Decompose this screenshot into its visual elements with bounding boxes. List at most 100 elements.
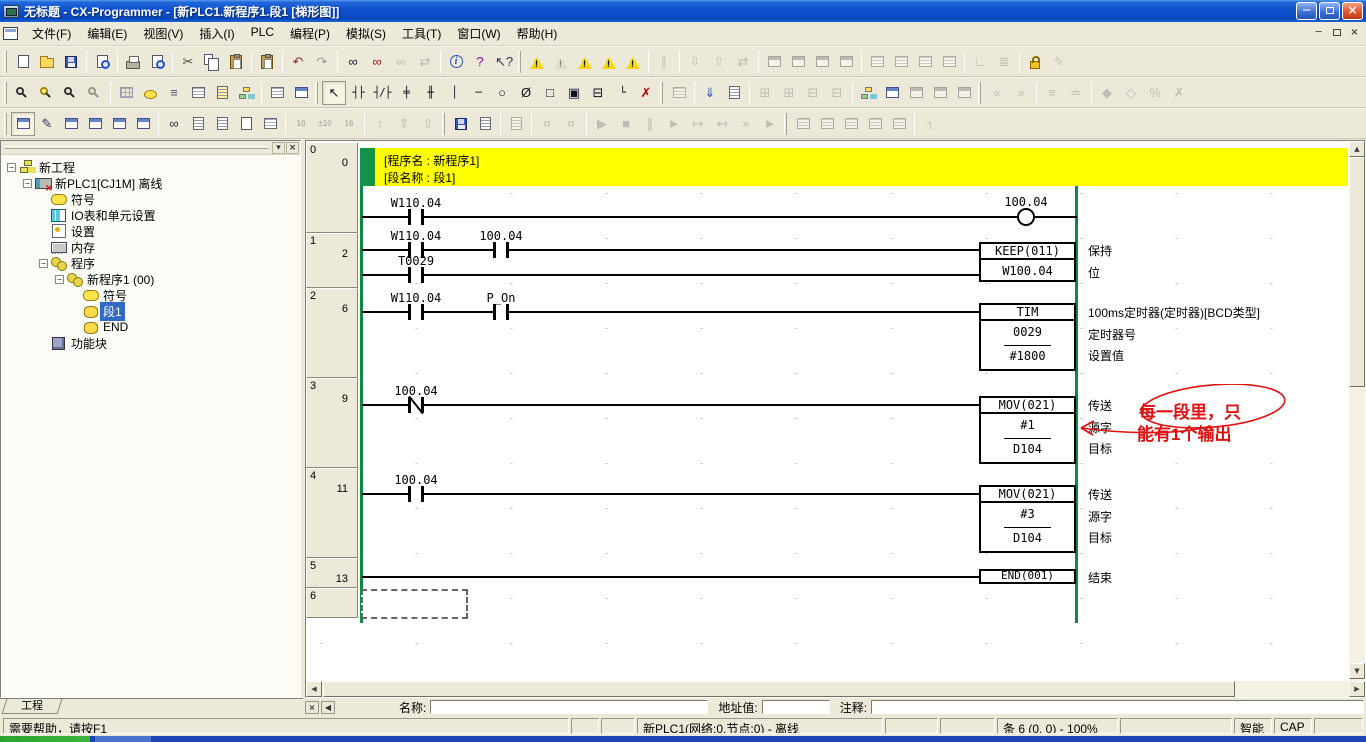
program-check-button[interactable] (573, 50, 597, 74)
new-line-connect-button[interactable]: └ (610, 81, 634, 105)
new-closed-coil-button[interactable]: Ø (514, 81, 538, 105)
toolbar-grip[interactable] (660, 82, 663, 104)
show-rung-comments-button[interactable] (138, 81, 162, 105)
show-io-comments-button[interactable] (186, 81, 210, 105)
show-symbol-bar-button[interactable] (265, 81, 289, 105)
instruction-mov-021-[interactable]: MOV(021)#1D104 (979, 396, 1076, 464)
address-reference-tool-button[interactable] (880, 81, 904, 105)
address-field[interactable] (762, 700, 830, 714)
address-reference-button[interactable]: ∞ (162, 112, 186, 136)
rung-0-margin[interactable]: 00 (306, 142, 358, 233)
new-differential-instruction-button[interactable]: ⊟ (586, 81, 610, 105)
vertical-scroll-thumb[interactable] (1349, 157, 1365, 387)
instruction-operand[interactable]: #1800 (981, 349, 1074, 363)
zoom-in-button[interactable] (11, 81, 35, 105)
ladder-window-icon[interactable] (3, 27, 18, 40)
local-symbol-table-button[interactable] (856, 81, 880, 105)
instruction-operand[interactable]: #1 (981, 418, 1074, 432)
workspace-grip[interactable] (5, 146, 268, 149)
new-closed-or-contact-button[interactable]: ╫ (418, 81, 442, 105)
toolbar-grip[interactable] (442, 113, 445, 135)
menu-5[interactable]: PLC (243, 21, 282, 46)
open-button[interactable] (35, 50, 59, 74)
horizontal-scroll-thumb[interactable] (323, 681, 1235, 697)
show-memory-view-button[interactable] (258, 112, 282, 136)
contact-P_On[interactable]: P_On (456, 291, 546, 305)
close-button[interactable]: × (1342, 2, 1363, 20)
menu-2[interactable]: 编辑(E) (79, 21, 135, 46)
tree-item-program-symbols[interactable]: 符号 (3, 287, 300, 303)
workspace-menu-button[interactable]: ▾ (272, 142, 285, 154)
show-cross-reference-button[interactable] (289, 81, 313, 105)
menu-7[interactable]: 模拟(S) (338, 21, 394, 46)
instruction-operand[interactable]: D104 (981, 531, 1074, 545)
page-setup-button[interactable] (90, 50, 114, 74)
menu-4[interactable]: 插入(I) (191, 21, 242, 46)
windows-taskbar[interactable] (0, 736, 1366, 742)
toolbar-grip[interactable] (518, 51, 521, 73)
show-annotation-list-button[interactable]: ≡ (162, 81, 186, 105)
contact-W110-04[interactable]: W110.04 (371, 229, 461, 243)
print-preview-button[interactable] (145, 50, 169, 74)
new-contact-button[interactable]: ┤├ (346, 81, 370, 105)
new-or-contact-button[interactable]: ╪ (394, 81, 418, 105)
expand-collapse-icon[interactable]: − (7, 163, 16, 172)
contact-T0029[interactable]: T0029 (371, 254, 461, 268)
new-closed-instruction-button[interactable]: ▣ (562, 81, 586, 105)
instruction-mov-021-[interactable]: MOV(021)#3D104 (979, 485, 1076, 553)
vertical-scrollbar[interactable]: ▲ ▼ (1349, 141, 1365, 681)
contact-100-04[interactable]: 100.04 (456, 229, 546, 243)
contact-W110-04[interactable]: W110.04 (371, 291, 461, 305)
toolbar-grip[interactable] (4, 82, 7, 104)
toolbar-grip[interactable] (4, 51, 7, 73)
scroll-right-button[interactable]: ▶ (1349, 681, 1365, 697)
properties-button[interactable]: ✎ (35, 112, 59, 136)
window-options-button[interactable] (131, 112, 155, 136)
toolbar-grip[interactable] (315, 82, 318, 104)
instruction-operand[interactable]: W100.04 (981, 264, 1074, 278)
about-button[interactable] (444, 50, 468, 74)
instruction-tim[interactable]: TIM0029#1800 (979, 303, 1076, 371)
show-output-window-button[interactable] (186, 112, 210, 136)
operand-bar-collapse-button[interactable]: ◀ (321, 701, 335, 714)
coil-100-04[interactable]: 100.04 (981, 195, 1071, 209)
instruction-operand[interactable]: 0029 (981, 325, 1074, 339)
rung-1-margin[interactable]: 12 (306, 233, 358, 288)
rung-5-margin[interactable]: 513 (306, 558, 358, 588)
tree-item-program-1[interactable]: −新程序1 (00) (3, 271, 300, 287)
find-replace-button[interactable]: ∞ (365, 50, 389, 74)
rung-4-margin[interactable]: 411 (306, 468, 358, 558)
tree-item-settings[interactable]: 设置 (3, 223, 300, 239)
expand-collapse-icon[interactable]: − (23, 179, 32, 188)
rung-2-margin[interactable]: 26 (306, 288, 358, 378)
section-check-button[interactable] (597, 50, 621, 74)
contact-100-04[interactable]: 100.04 (371, 473, 461, 487)
toolbar-grip[interactable] (978, 82, 981, 104)
comment-field[interactable] (871, 700, 1364, 714)
ladder-cursor-cell[interactable] (361, 589, 468, 619)
restore-button[interactable] (1319, 2, 1340, 20)
minimize-button[interactable]: ─ (1296, 2, 1317, 20)
show-cross-reference-report-button[interactable] (234, 112, 258, 136)
paste-button[interactable] (224, 50, 248, 74)
instruction-end-001-[interactable]: END(001) (979, 569, 1076, 584)
expand-collapse-icon[interactable]: − (39, 259, 48, 268)
tree-item-io-table[interactable]: IO表和单元设置 (3, 207, 300, 223)
update-window-button[interactable] (722, 81, 746, 105)
new-plc-instruction-button[interactable]: □ (538, 81, 562, 105)
set-password-button[interactable] (1023, 50, 1047, 74)
context-help-button[interactable]: ↖? (492, 50, 516, 74)
paste-attribute-button[interactable] (255, 50, 279, 74)
new-coil-button[interactable]: ○ (490, 81, 514, 105)
new-vertical-line-button[interactable]: │ (442, 81, 466, 105)
tree-item-section-end[interactable]: END (3, 319, 300, 335)
toolbar-grip[interactable] (784, 113, 787, 135)
tree-item-function-blocks[interactable]: 功能块 (3, 335, 300, 351)
transfer-check-button[interactable] (621, 50, 645, 74)
tree-item-plc-device[interactable]: −新PLC1[CJ1M] 离线 (3, 175, 300, 191)
mdi-restore-button[interactable] (1328, 26, 1345, 41)
delete-tool-button[interactable]: ✗ (634, 81, 658, 105)
expand-collapse-icon[interactable]: − (55, 275, 64, 284)
menu-3[interactable]: 视图(V) (135, 21, 191, 46)
menu-6[interactable]: 编程(P) (282, 21, 338, 46)
